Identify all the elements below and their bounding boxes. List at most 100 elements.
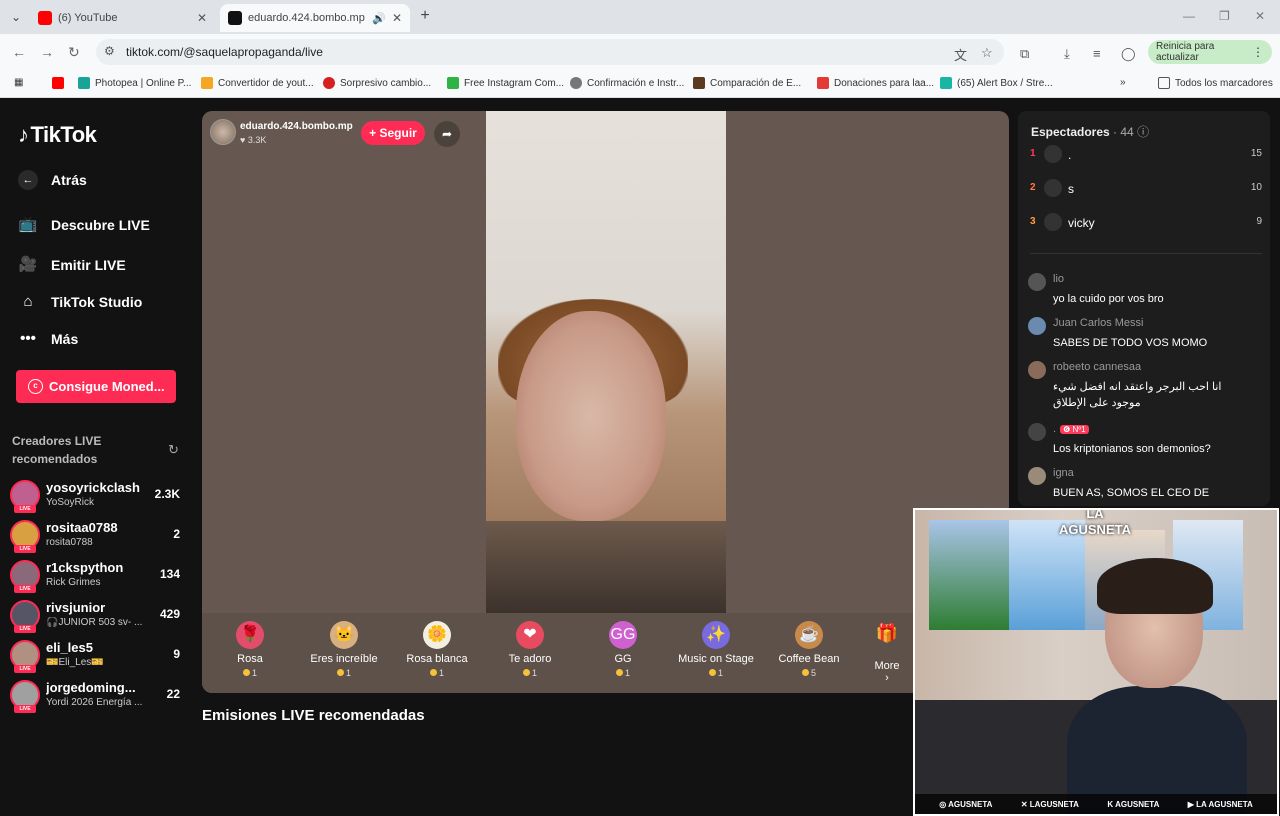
chat-text: yo la cuido por vos bro [1053, 293, 1164, 305]
gift-item[interactable]: ☕ Coffee Bean 5 [763, 621, 855, 678]
bookmark-instagram-comments[interactable]: Free Instagram Com... [447, 77, 564, 89]
gift-item[interactable]: GG GG 1 [577, 621, 669, 678]
bookmark-photopea[interactable]: Photopea | Online P... [78, 77, 191, 89]
nav-mas[interactable]: ••• Más [18, 329, 78, 349]
minimize-icon[interactable]: — [1183, 9, 1195, 23]
host-info: eduardo.424.bombo.mp ♥ 3.3K + Seguir ➦ [208, 117, 460, 149]
tab-youtube[interactable]: (6) YouTube ✕ [30, 4, 215, 32]
bookmark-comparacion[interactable]: Comparación de E... [693, 77, 801, 89]
tab-tiktok-live[interactable]: eduardo.424.bombo.mp (© 🔊 ✕ [220, 4, 410, 32]
get-coins-button[interactable]: c Consigue Moned... [16, 370, 176, 403]
creator-subtitle: 🎫Eli_Les🎫 [46, 657, 104, 668]
creator-item[interactable]: LIVE r1ckspython Rick Grimes 134 [10, 558, 182, 594]
reload-icon[interactable]: ↻ [68, 44, 80, 61]
tab-search-icon[interactable]: ⌄ [6, 7, 26, 27]
chat-avatar[interactable] [1028, 317, 1046, 335]
news-icon [323, 77, 335, 89]
viewer-rank: 2 [1030, 182, 1036, 193]
bookmark-alertbox[interactable]: (65) Alert Box / Stre... [940, 77, 1053, 89]
top-viewer[interactable]: 1. 15 [1030, 143, 1262, 167]
creator-item[interactable]: LIVE yosoyrickclash YoSoyRick 2.3K [10, 478, 182, 514]
info-icon[interactable]: ⓘ [1137, 125, 1149, 139]
creator-item[interactable]: LIVE eli_les5 🎫Eli_Les🎫 9 [10, 638, 182, 674]
bookmark-donaciones[interactable]: Donaciones para laa... [817, 77, 934, 89]
creator-viewer-count: 2 [173, 527, 180, 541]
share-icon[interactable]: ➦ [434, 121, 460, 147]
gift-item[interactable]: ✨ Music on Stage 1 [670, 621, 762, 678]
chat-avatar[interactable] [1028, 273, 1046, 291]
update-button[interactable]: Reinicia para actualizar ⋮ [1148, 40, 1272, 64]
new-tab-button[interactable]: + [416, 7, 434, 25]
chat-username[interactable]: lio [1053, 273, 1064, 285]
close-window-icon[interactable]: ✕ [1255, 9, 1265, 23]
nav-descubre-live[interactable]: 📺 Descubre LIVE [18, 215, 150, 235]
chat-text: SABES DE TODO VOS MOMO [1053, 337, 1208, 349]
forward-arrow-icon[interactable]: → [40, 44, 54, 60]
close-tab-icon[interactable]: ✕ [197, 11, 207, 25]
creator-viewer-count: 134 [159, 567, 180, 581]
bookmark-confirmacion[interactable]: Confirmación e Instr... [570, 77, 684, 89]
speaker-icon[interactable]: 🔊 [372, 12, 386, 25]
extensions-icon[interactable]: ⧉ [1020, 46, 1029, 62]
follow-button[interactable]: + Seguir [361, 121, 425, 145]
translate-icon[interactable]: 文 [954, 45, 967, 64]
top-viewer[interactable]: 3 vicky 9 [1030, 211, 1262, 235]
back-arrow-icon[interactable]: ← [12, 44, 26, 60]
viewer-name: s [1068, 182, 1074, 196]
site-settings-icon[interactable]: ⚙ [104, 44, 115, 58]
bookmark-youtube[interactable] [52, 77, 69, 89]
tiktok-logo[interactable]: ♪TikTok [18, 122, 97, 148]
gift-price: 1 [577, 668, 669, 678]
creator-item[interactable]: LIVE jorgedoming... Yordi 2026 Energía ...… [10, 678, 182, 714]
url-text[interactable]: tiktok.com/@saquelapropaganda/live [126, 45, 323, 59]
url-bar[interactable]: ⚙ tiktok.com/@saquelapropaganda/live 文 ☆ [96, 39, 1004, 65]
media-control-icon[interactable]: ≡ [1093, 46, 1101, 61]
top-viewer[interactable]: 2 s 10 [1030, 177, 1262, 201]
creator-item[interactable]: LIVE rositaa0788 rosita0788 2 [10, 518, 182, 554]
refresh-icon[interactable]: ↻ [168, 442, 179, 458]
menu-kebab-icon[interactable]: ⋮ [1252, 45, 1264, 59]
live-badge: LIVE [14, 705, 36, 713]
creator-item[interactable]: LIVE rivsjunior 🎧JUNIOR 503 sv- ... 429 [10, 598, 182, 634]
restore-icon[interactable]: ❐ [1219, 9, 1230, 23]
streamer-hair [1097, 558, 1213, 614]
chat-avatar[interactable] [1028, 467, 1046, 485]
youtube-handle: ▶ LA AGUSNETA [1187, 799, 1253, 809]
creator-subtitle: Yordi 2026 Energía ... [46, 697, 143, 708]
creator-subtitle: Rick Grimes [46, 577, 101, 588]
gift-item[interactable]: 🌹 Rosa 1 [204, 621, 296, 678]
close-tab-icon[interactable]: ✕ [392, 11, 402, 25]
live-badge: LIVE [14, 665, 36, 673]
download-icon[interactable]: ⤓ [1064, 46, 1070, 62]
chat-username[interactable]: igna [1053, 467, 1074, 479]
live-player[interactable]: eduardo.424.bombo.mp ♥ 3.3K + Seguir ➦ 🌹… [202, 111, 1009, 693]
gift-item[interactable]: ❤ Te adoro 1 [484, 621, 576, 678]
nav-emitir-live[interactable]: 🎥 Emitir LIVE [18, 255, 126, 275]
bookmark-converter[interactable]: Convertidor de yout... [201, 77, 314, 89]
chat-username[interactable]: robeeto cannesaa [1053, 361, 1141, 373]
chat-avatar[interactable] [1028, 423, 1046, 441]
nav-tiktok-studio[interactable]: ⌂ TikTok Studio [18, 292, 142, 312]
gift-item[interactable]: 🐱 Eres increíble 1 [298, 621, 390, 678]
apps-grid-icon[interactable]: ▦ [14, 77, 23, 88]
gift-price: 5 [763, 668, 855, 678]
bookmark-star-icon[interactable]: ☆ [981, 45, 993, 61]
gift-icon: GG [609, 621, 637, 649]
all-bookmarks[interactable]: Todos los marcadores [1158, 77, 1273, 89]
live-video[interactable] [486, 111, 726, 613]
back-link[interactable]: ← Atrás [18, 170, 87, 190]
more-bookmarks-icon[interactable]: » [1120, 77, 1126, 88]
chat-username[interactable]: .❻ Nº1 [1053, 423, 1089, 435]
host-name[interactable]: eduardo.424.bombo.mp [240, 121, 353, 132]
bookmark-sorpresivo[interactable]: Sorpresivo cambio... [323, 77, 431, 89]
more-gifts-button[interactable]: 🎁 More › [872, 623, 902, 684]
chat-username[interactable]: Juan Carlos Messi [1053, 317, 1143, 329]
chat-avatar[interactable] [1028, 361, 1046, 379]
c-icon [817, 77, 829, 89]
gift-item[interactable]: 🌼 Rosa blanca 1 [391, 621, 483, 678]
gift-name: Te adoro [508, 653, 552, 665]
profile-icon[interactable]: ◯ [1121, 46, 1136, 62]
creator-viewer-count: 2.3K [154, 487, 180, 501]
kick-handle: K AGUSNETA [1107, 799, 1160, 809]
host-avatar[interactable] [210, 119, 236, 145]
